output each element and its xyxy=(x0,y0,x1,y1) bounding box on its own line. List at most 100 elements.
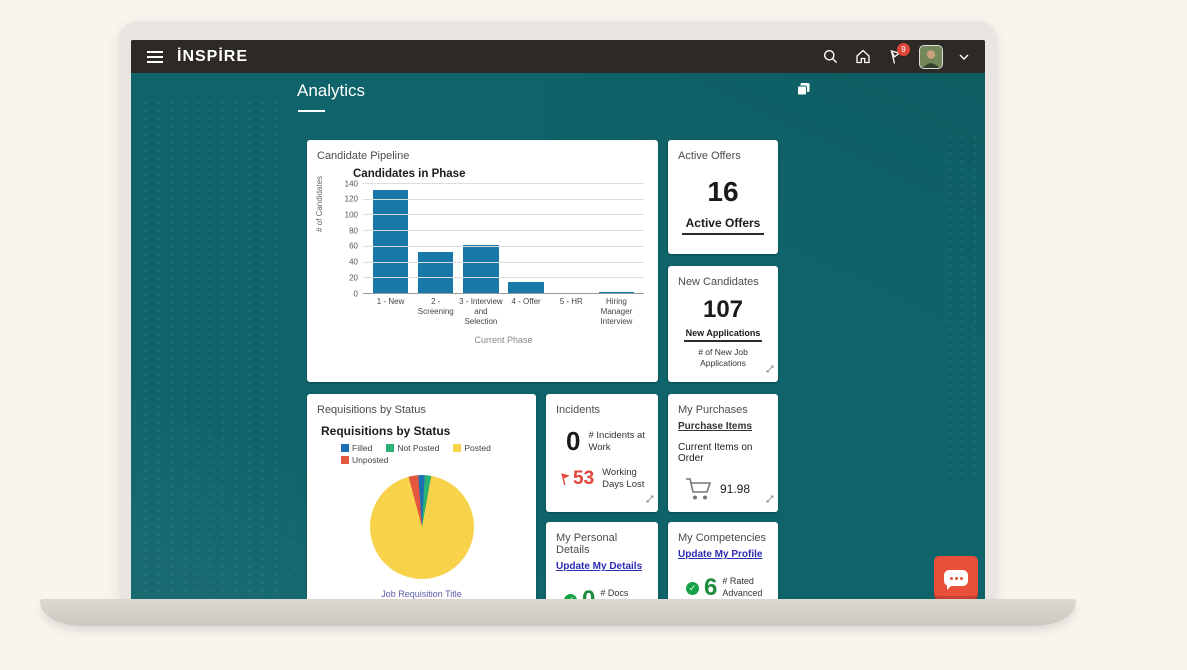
y-tick-label: 40 xyxy=(349,258,358,267)
chat-button[interactable] xyxy=(934,556,978,600)
y-tick-label: 0 xyxy=(354,289,358,298)
legend-swatch xyxy=(341,456,349,464)
legend-label: Unposted xyxy=(352,455,388,465)
expand-icon[interactable] xyxy=(646,490,654,508)
search-icon[interactable] xyxy=(823,49,838,64)
working-days-lost-label: Working Days Lost xyxy=(602,467,648,491)
topbar-actions: 9 xyxy=(823,46,969,68)
gridline: 140 xyxy=(363,183,644,184)
x-tick-label: 3 - Interview and Selection xyxy=(458,297,503,327)
bar[interactable] xyxy=(418,252,453,294)
y-tick-label: 20 xyxy=(349,273,358,282)
check-circle-icon: ✓ xyxy=(686,582,699,595)
shopping-cart-icon xyxy=(684,476,714,502)
gridline: 80 xyxy=(363,230,644,231)
app-screen: İNSPİRE 9 xyxy=(131,40,985,600)
gridline: 100 xyxy=(363,214,644,215)
page-background: İNSPİRE 9 xyxy=(0,0,1187,670)
card-title: My Purchases xyxy=(678,404,768,416)
x-tick-label: 1 - New xyxy=(368,297,413,327)
home-icon[interactable] xyxy=(855,49,871,64)
purchase-items-link[interactable]: Purchase Items xyxy=(678,421,752,432)
gridline: 40 xyxy=(363,262,644,263)
card-title: My Competencies xyxy=(678,532,768,544)
app-logo[interactable]: İNSPİRE xyxy=(177,48,248,66)
card-title: Active Offers xyxy=(678,150,768,162)
x-axis-tick-labels: 1 - New2 - Screening3 - Interview and Se… xyxy=(363,297,644,327)
incidents-at-work-row: 0 # Incidents at Work xyxy=(556,426,648,457)
bar-chart: # of Candidates 020406080100120140 1 - N… xyxy=(317,184,648,345)
gridline: 60 xyxy=(363,246,644,247)
dot-texture xyxy=(139,99,289,600)
legend-item[interactable]: Filled xyxy=(341,443,372,453)
y-tick-label: 80 xyxy=(349,226,358,235)
docs-expiring-row: ✓ 0 # Docs Expiring xyxy=(556,586,648,600)
update-my-details-link[interactable]: Update My Details xyxy=(556,561,642,572)
card-active-offers: Active Offers 16 Active Offers xyxy=(668,140,778,254)
gridline: 0 xyxy=(363,293,644,294)
card-candidate-pipeline: Candidate Pipeline Candidates in Phase #… xyxy=(307,140,658,382)
dashboard-content: Analytics Candidate Pipeline Candidates … xyxy=(131,73,985,600)
pie-chart[interactable] xyxy=(370,475,474,579)
legend-swatch xyxy=(453,444,461,452)
legend-label: Filled xyxy=(352,443,372,453)
y-tick-label: 140 xyxy=(345,179,358,188)
current-items-label: Current Items on Order xyxy=(678,442,768,464)
legend-swatch xyxy=(341,444,349,452)
expand-icon[interactable] xyxy=(766,490,774,508)
legend-item[interactable]: Not Posted xyxy=(386,443,439,453)
card-my-purchases: My Purchases Purchase Items Current Item… xyxy=(668,394,778,512)
incidents-value: 0 xyxy=(566,426,580,457)
legend-label: Posted xyxy=(464,443,490,453)
y-tick-label: 100 xyxy=(345,210,358,219)
x-tick-label: Hiring Manager Interview xyxy=(594,297,639,327)
chevron-down-icon[interactable] xyxy=(959,54,969,60)
copy-pages-icon[interactable] xyxy=(796,82,811,101)
card-title: Requisitions by Status xyxy=(317,404,526,416)
laptop-base xyxy=(40,599,1076,626)
page-title: Analytics xyxy=(297,81,365,101)
docs-expiring-value: 0 xyxy=(582,586,595,600)
card-new-candidates: New Candidates 107 New Applications # of… xyxy=(668,266,778,382)
card-title: Candidate Pipeline xyxy=(317,150,648,162)
cart-total-value: 91.98 xyxy=(720,482,750,496)
bar-chart-title: Candidates in Phase xyxy=(353,168,648,180)
rated-advanced-value: 6 xyxy=(704,574,717,600)
legend-item[interactable]: Posted xyxy=(453,443,490,453)
card-title: My Personal Details xyxy=(556,532,648,556)
red-flag-icon xyxy=(560,472,571,486)
notifications-icon[interactable]: 9 xyxy=(888,49,903,65)
y-tick-label: 120 xyxy=(345,195,358,204)
active-offers-value: 16 xyxy=(678,176,768,208)
y-tick-label: 60 xyxy=(349,242,358,251)
bar[interactable] xyxy=(463,245,498,295)
bar-chart-plot: 020406080100120140 xyxy=(363,184,644,294)
x-axis-label: Current Phase xyxy=(363,335,644,345)
pie-chart-title: Requisitions by Status xyxy=(321,424,526,438)
dot-texture xyxy=(943,133,985,480)
chat-bubble-icon xyxy=(944,570,968,586)
x-tick-label: 5 - HR xyxy=(549,297,594,327)
working-days-lost-row: 53 Working Days Lost xyxy=(556,467,648,491)
card-my-competencies: My Competencies Update My Profile ✓ 6 # … xyxy=(668,522,778,600)
expand-icon[interactable] xyxy=(766,360,774,378)
laptop-bezel: İNSPİRE 9 xyxy=(118,21,998,607)
cart-total-row: 91.98 xyxy=(678,476,768,502)
rated-advanced-label: # Rated Advanced xyxy=(722,576,768,599)
legend-swatch xyxy=(386,444,394,452)
new-candidates-sublabel: # of New Job Applications xyxy=(678,347,768,369)
card-title: New Candidates xyxy=(678,276,768,288)
menu-icon[interactable] xyxy=(147,51,163,63)
legend-item[interactable]: Unposted xyxy=(341,455,388,465)
update-my-profile-link[interactable]: Update My Profile xyxy=(678,549,762,560)
avatar[interactable] xyxy=(920,46,942,68)
active-offers-label: Active Offers xyxy=(682,216,765,235)
card-title: Incidents xyxy=(556,404,648,416)
pie-chart-footer: Job Requisition Title xyxy=(317,589,526,599)
new-candidates-label: New Applications xyxy=(684,328,763,342)
card-incidents: Incidents 0 # Incidents at Work 53 Worki… xyxy=(546,394,658,512)
bar[interactable] xyxy=(373,190,408,295)
gridline: 120 xyxy=(363,199,644,200)
card-requisitions-by-status: Requisitions by Status Requisitions by S… xyxy=(307,394,536,600)
rated-advanced-row: ✓ 6 # Rated Advanced xyxy=(678,574,768,600)
